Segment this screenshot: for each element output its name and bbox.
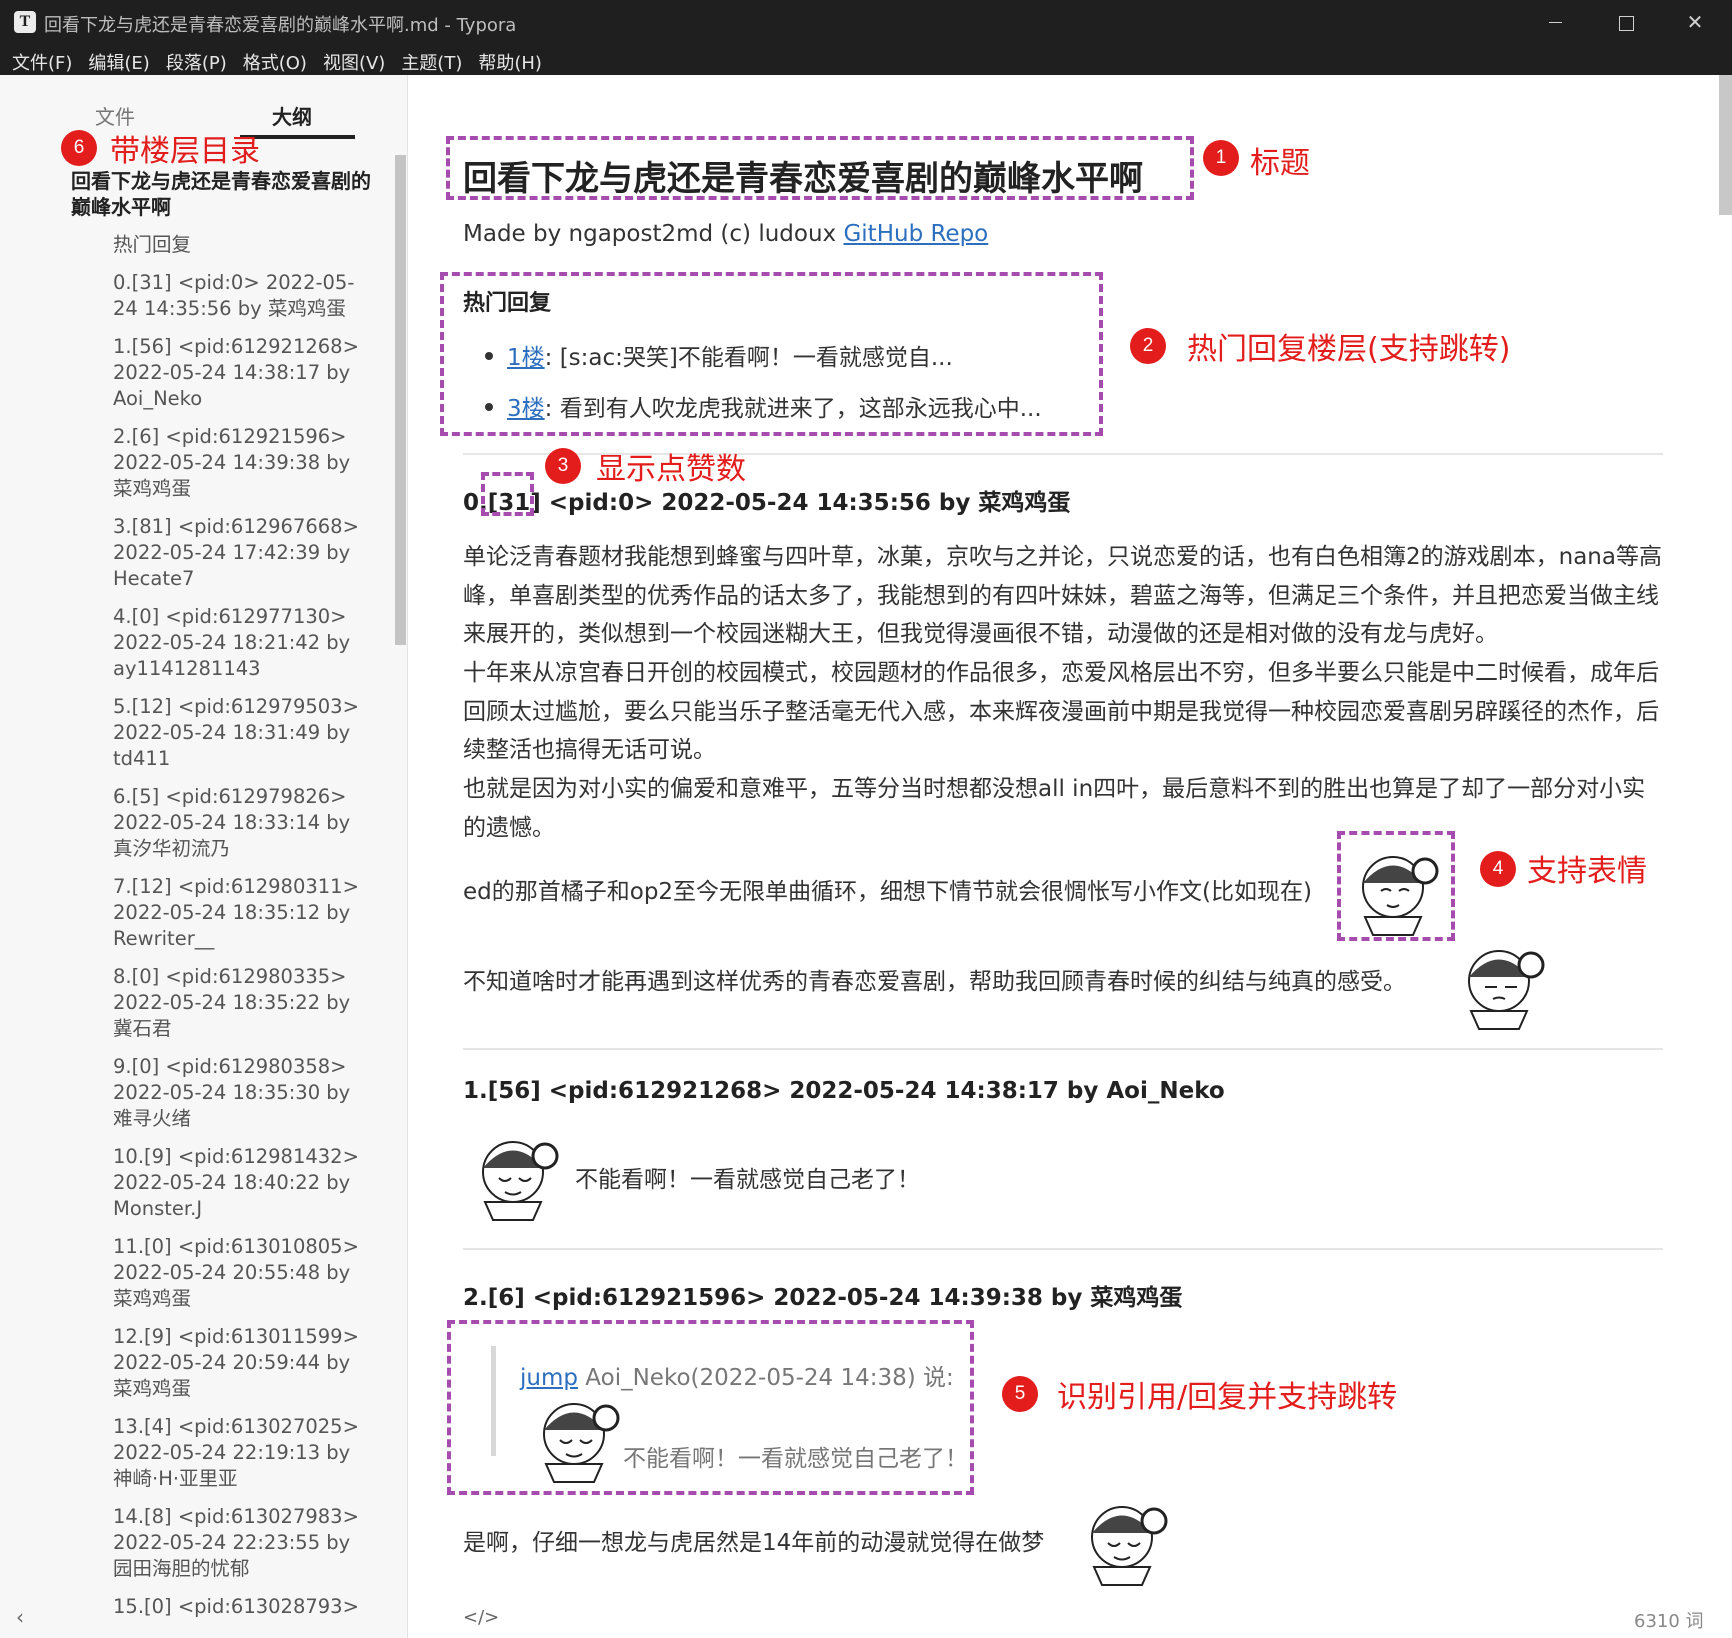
tab-outline[interactable]: 大纲 [272, 101, 312, 130]
post-line: 不知道啥时才能再遇到这样优秀的青春恋爱喜剧，帮助我回顾青春时候的纠结与纯真的感受… [463, 969, 1406, 995]
word-count[interactable]: 6310 词 [1634, 1607, 1704, 1633]
sidebar-scrollbar[interactable] [395, 155, 406, 645]
annotation-badge: 2 [1130, 328, 1166, 364]
outline-item[interactable]: 5.[12] <pid:612979503> 2022-05-24 18:31:… [113, 694, 363, 772]
annotation-badge: 6 [61, 130, 97, 166]
close-icon[interactable]: ✕ [1660, 0, 1730, 45]
outline-item[interactable]: 6.[5] <pid:612979826> 2022-05-24 18:33:1… [113, 784, 363, 862]
annotation-label: 识别引用/回复并支持跳转 [1057, 1380, 1398, 1415]
post-paragraph: 也就是因为对小实的偏爱和意难平，五等分当时想都没想all in四叶，最后意料不到… [463, 776, 1646, 841]
madeby-text: Made by ngapost2md (c) ludoux [463, 221, 844, 247]
github-repo-link[interactable]: GitHub Repo [843, 221, 988, 247]
divider [463, 1048, 1663, 1050]
post-meta: <pid:0> 2022-05-24 14:35:56 by 菜鸡鸡蛋 [540, 490, 1071, 516]
outline-item[interactable]: 1.[56] <pid:612921268> 2022-05-24 14:38:… [113, 334, 363, 412]
menu-bar: 文件(F) 编辑(E) 段落(P) 格式(O) 视图(V) 主题(T) 帮助(H… [0, 45, 1732, 75]
post-heading: 1.[56] <pid:612921268> 2022-05-24 14:38:… [463, 1078, 1225, 1104]
post-line: 是啊，仔细一想龙与虎居然是14年前的动漫就觉得在做梦 [463, 1530, 1045, 1556]
outline-item[interactable]: 13.[4] <pid:613027025> 2022-05-24 22:19:… [113, 1414, 363, 1492]
annotation-label: 带楼层目录 [110, 134, 260, 169]
post-heading: 0.[31] <pid:0> 2022-05-24 14:35:56 by 菜鸡… [463, 483, 1070, 517]
typora-app-icon: T [14, 11, 36, 33]
back-icon[interactable]: ‹ [16, 1605, 24, 1629]
menu-format[interactable]: 格式(O) [235, 45, 315, 75]
menu-file[interactable]: 文件(F) [4, 45, 80, 75]
minimize-icon[interactable] [1520, 0, 1590, 45]
annotation-badge: 3 [545, 448, 581, 484]
annotation-label: 显示点赞数 [596, 452, 746, 487]
annotation-badge: 4 [1480, 851, 1516, 887]
outline-item[interactable]: 0.[31] <pid:0> 2022-05-24 14:35:56 by 菜鸡… [113, 270, 363, 322]
sidebar: 文件 大纲 回看下龙与虎还是青春恋爱喜剧的巅峰水平啊 热门回复 0.[31] <… [0, 75, 408, 1638]
annotation-label: 支持表情 [1527, 854, 1647, 889]
post-paragraph: 十年来从凉宫春日开创的校园模式，校园题材的作品很多，恋爱风格层出不穷，但多半要么… [463, 660, 1659, 763]
annotation-label: 标题 [1250, 146, 1310, 181]
maximize-icon[interactable] [1590, 0, 1660, 45]
source-code-mode-icon[interactable]: </> [463, 1607, 499, 1628]
outline-item[interactable]: 11.[0] <pid:613010805> 2022-05-24 20:55:… [113, 1234, 363, 1312]
outline-list: 热门回复 0.[31] <pid:0> 2022-05-24 14:35:56 … [113, 232, 363, 1632]
annotation-box-likes [481, 472, 534, 516]
post-line: ed的那首橘子和op2至今无限单曲循环，细想下情节就会很惆怅写小作文(比如现在) [463, 879, 1313, 905]
outline-item[interactable]: 3.[81] <pid:612967668> 2022-05-24 17:42:… [113, 514, 363, 592]
outline-item[interactable]: 4.[0] <pid:612977130> 2022-05-24 18:21:4… [113, 604, 363, 682]
menu-paragraph[interactable]: 段落(P) [158, 45, 235, 75]
annotation-badge: 5 [1002, 1376, 1038, 1412]
outline-item[interactable]: 15.[0] <pid:613028793> [113, 1594, 363, 1620]
outline-item[interactable]: 10.[9] <pid:612981432> 2022-05-24 18:40:… [113, 1144, 363, 1222]
outline-item[interactable]: 热门回复 [113, 232, 363, 258]
outline-item[interactable]: 9.[0] <pid:612980358> 2022-05-24 18:35:3… [113, 1054, 363, 1132]
post-line: 不能看啊！一看就感觉自己老了！ [575, 1167, 920, 1193]
madeby-line: Made by ngapost2md (c) ludoux GitHub Rep… [463, 221, 988, 247]
outline-item-title[interactable]: 回看下龙与虎还是青春恋爱喜剧的巅峰水平啊 [71, 168, 371, 220]
divider [463, 1248, 1663, 1250]
outline-item[interactable]: 12.[9] <pid:613011599> 2022-05-24 20:59:… [113, 1324, 363, 1402]
menu-theme[interactable]: 主题(T) [393, 45, 470, 75]
annotation-box-quote [447, 1320, 974, 1495]
sticker-emoji-icon [1091, 1506, 1168, 1586]
outline-item[interactable]: 8.[0] <pid:612980335> 2022-05-24 18:35:2… [113, 964, 363, 1042]
window-title: 回看下龙与虎还是青春恋爱喜剧的巅峰水平啊.md - Typora [44, 15, 517, 36]
annotation-badge: 1 [1203, 140, 1239, 176]
outline-item[interactable]: 7.[12] <pid:612980311> 2022-05-24 18:35:… [113, 874, 363, 952]
menu-help[interactable]: 帮助(H) [470, 45, 550, 75]
annotation-box-title [446, 136, 1194, 200]
annotation-box-hot-replies [440, 272, 1103, 436]
post-heading: 2.[6] <pid:612921596> 2022-05-24 14:39:3… [463, 1285, 1183, 1311]
annotation-box-emoji [1337, 831, 1455, 941]
menu-edit[interactable]: 编辑(E) [80, 45, 157, 75]
sticker-emoji-icon [1468, 950, 1545, 1030]
menu-view[interactable]: 视图(V) [315, 45, 393, 75]
outline-item[interactable]: 14.[8] <pid:613027983> 2022-05-24 22:23:… [113, 1504, 363, 1582]
post-paragraph: 单论泛青春题材我能想到蜂蜜与四叶草，冰菓，京吹与之并论，只说恋爱的话，也有白色相… [463, 544, 1662, 647]
main-scrollbar[interactable] [1719, 75, 1732, 215]
sticker-emoji-icon [482, 1141, 559, 1221]
outline-item[interactable]: 2.[6] <pid:612921596> 2022-05-24 14:39:3… [113, 424, 363, 502]
annotation-label: 热门回复楼层(支持跳转) [1187, 332, 1511, 367]
title-bar: T 回看下龙与虎还是青春恋爱喜剧的巅峰水平啊.md - Typora ✕ [0, 0, 1732, 45]
